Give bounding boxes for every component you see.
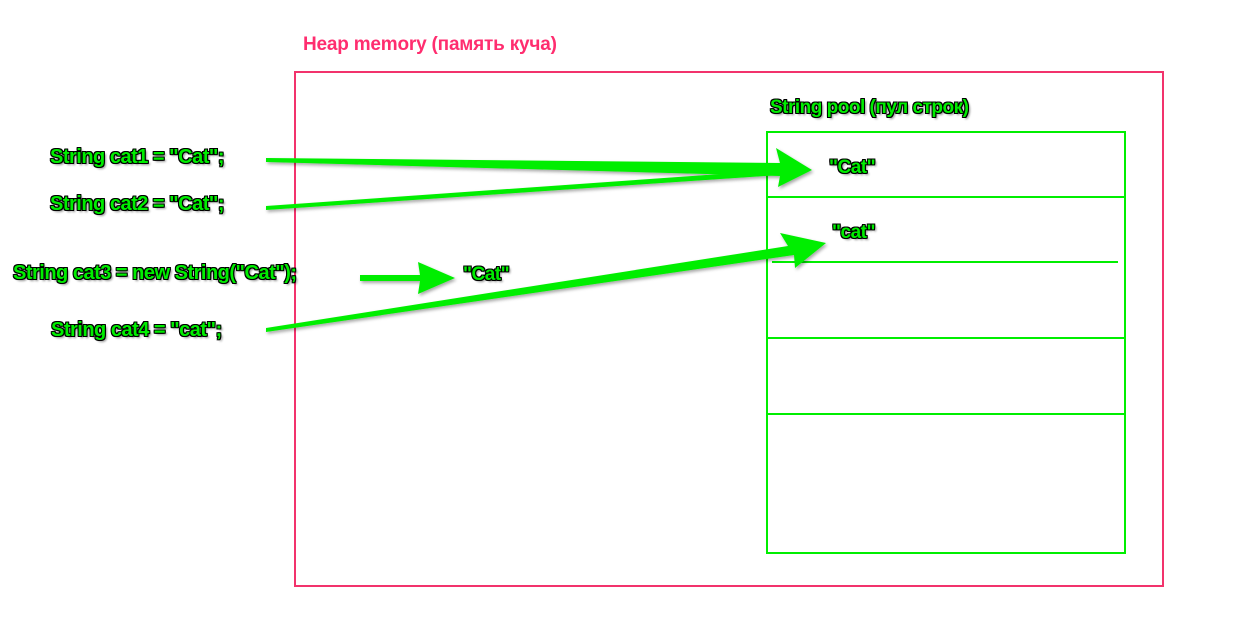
diagram-canvas: Heap memory (память куча) String pool (п… <box>0 0 1238 634</box>
arrow-cat3-to-heap-object <box>360 262 455 294</box>
arrow-cat4-to-pool <box>266 233 826 332</box>
arrow-cat1-to-pool <box>266 148 812 187</box>
arrow-cat2-to-pool <box>266 170 794 210</box>
reference-arrows <box>266 148 826 332</box>
